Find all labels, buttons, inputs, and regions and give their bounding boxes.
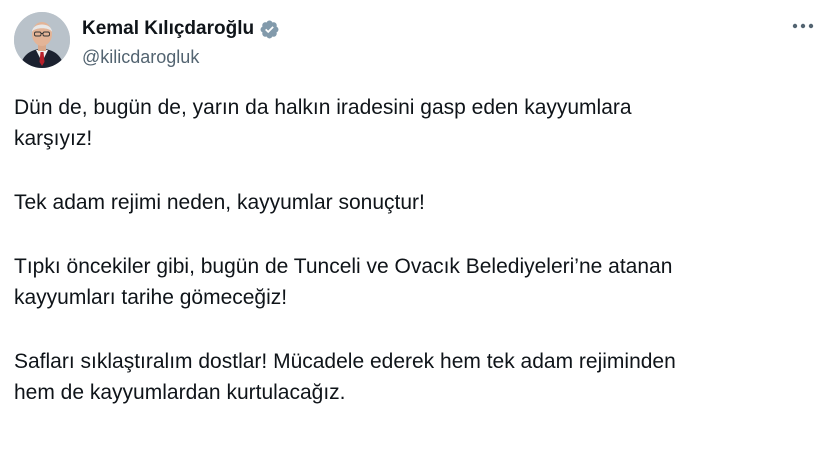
name-row: Kemal Kılıçdaroğlu	[82, 17, 280, 41]
tweet-text-line: Tek adam rejimi neden, kayyumlar sonuçtu…	[14, 191, 425, 214]
author-names: Kemal Kılıçdaroğlu @kilicdarogluk	[82, 12, 280, 69]
tweet-text-line: Dün de, bugün de, yarın da halkın irades…	[14, 96, 632, 119]
verified-badge-icon	[259, 19, 280, 40]
tweet-header: Kemal Kılıçdaroğlu @kilicdarogluk	[14, 12, 280, 69]
profile-photo-icon	[14, 12, 70, 68]
tweet-text-line: Safları sıklaştıralım dostlar! Mücadele …	[14, 350, 676, 373]
tweet-paragraph: Dün de, bugün de, yarın da halkın irades…	[14, 92, 814, 154]
tweet-text-line: hem de kayyumlardan kurtulacağız.	[14, 381, 346, 404]
author-handle[interactable]: @kilicdarogluk	[82, 45, 280, 69]
tweet-text-line: karşıyız!	[14, 127, 93, 150]
display-name[interactable]: Kemal Kılıçdaroğlu	[82, 17, 254, 41]
tweet-card: Kemal Kılıçdaroğlu @kilicdarogluk Dün de…	[0, 0, 834, 450]
tweet-paragraph: Safları sıklaştıralım dostlar! Mücadele …	[14, 346, 814, 408]
tweet-text-line: kayyumları tarihe gömeceğiz!	[14, 286, 288, 309]
tweet-text: Dün de, bugün de, yarın da halkın irades…	[14, 92, 814, 441]
tweet-text-line: Tıpkı öncekiler gibi, bugün de Tunceli v…	[14, 255, 673, 278]
avatar[interactable]	[14, 12, 70, 68]
more-options-button[interactable]	[788, 14, 818, 38]
tweet-paragraph: Tıpkı öncekiler gibi, bugün de Tunceli v…	[14, 251, 814, 313]
more-options-icon	[792, 23, 814, 29]
tweet-paragraph: Tek adam rejimi neden, kayyumlar sonuçtu…	[14, 187, 814, 218]
